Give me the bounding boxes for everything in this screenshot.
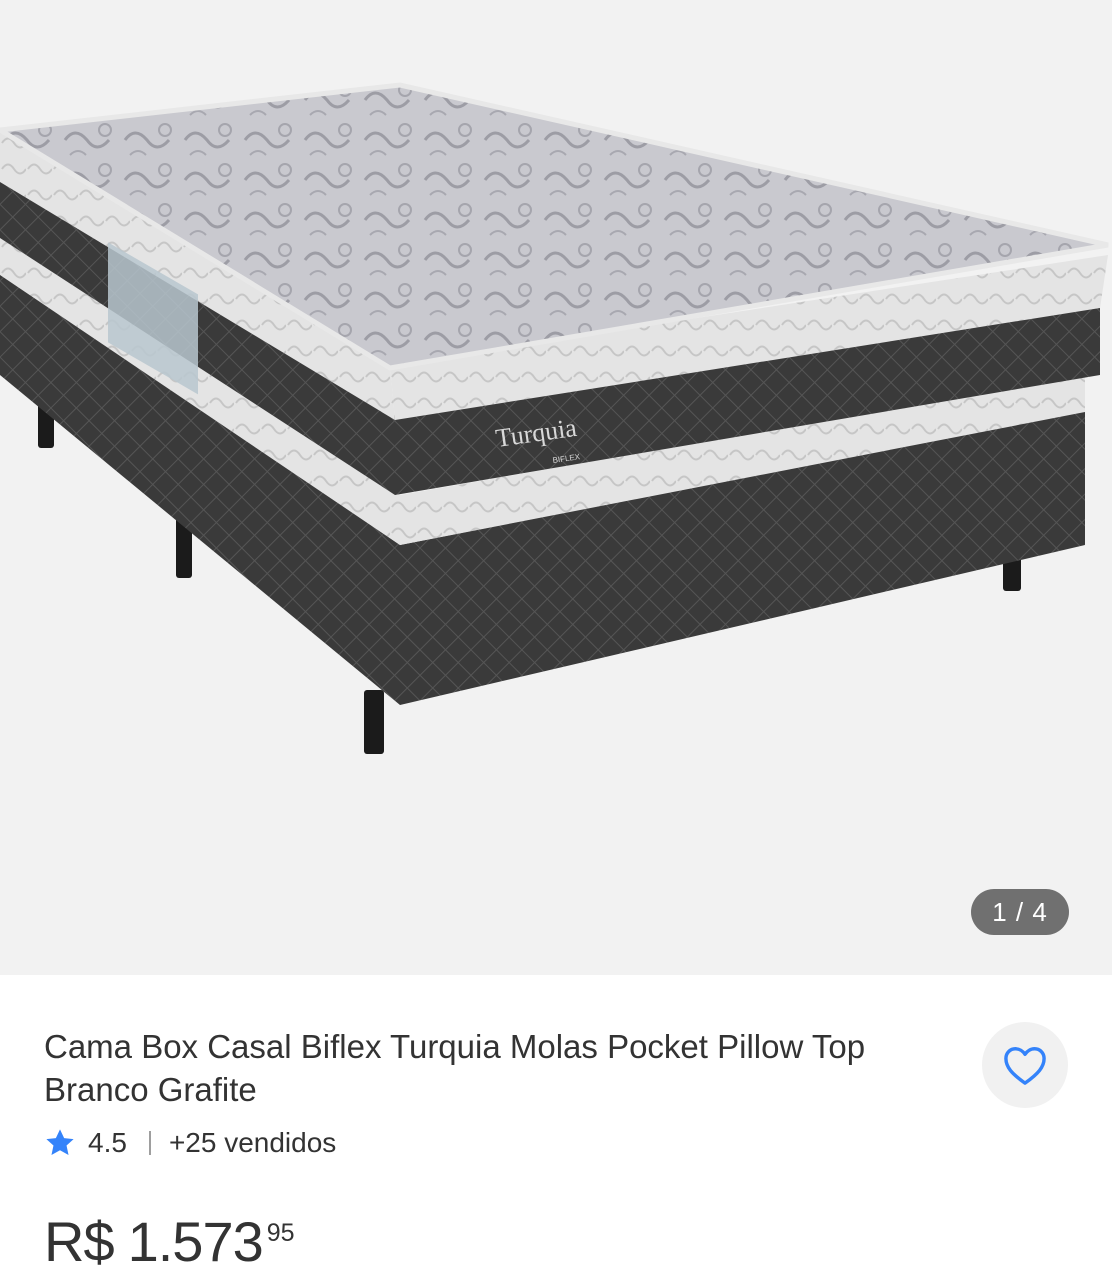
product-image-gallery[interactable]: Turquia BIFLEX 1 / 4 xyxy=(0,0,1112,975)
rating-value: 4.5 xyxy=(88,1127,127,1158)
rating-row[interactable]: 4.5 +25 vendidos xyxy=(44,1123,336,1163)
divider xyxy=(148,1131,151,1155)
price-cents: 95 xyxy=(266,1219,295,1247)
product-info: Cama Box Casal Biflex Turquia Molas Pock… xyxy=(0,975,1112,1280)
product-image: Turquia BIFLEX xyxy=(0,82,1109,754)
product-title: Cama Box Casal Biflex Turquia Molas Pock… xyxy=(44,1028,866,1108)
star-icon xyxy=(46,1129,74,1155)
favorite-button[interactable] xyxy=(982,1022,1068,1108)
price: R$ 1.573 95 xyxy=(44,1207,295,1277)
heart-outline-icon xyxy=(1004,1047,1046,1085)
sold-count: +25 vendidos xyxy=(168,1127,337,1158)
price-currency: R$ xyxy=(44,1210,115,1273)
image-counter: 1 / 4 xyxy=(971,889,1069,935)
price-integer: 1.573 xyxy=(127,1210,264,1273)
